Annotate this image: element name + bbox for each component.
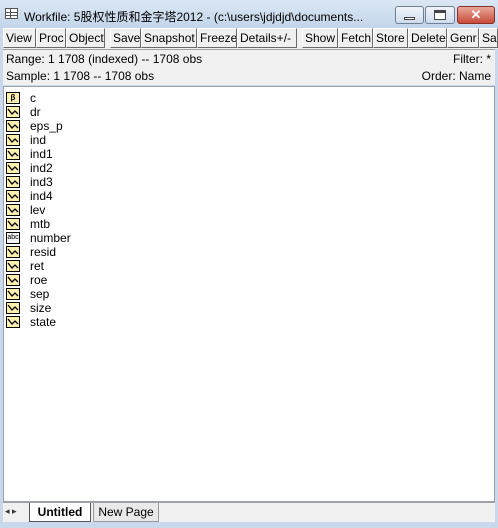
tab-untitled[interactable]: Untitled xyxy=(29,503,91,522)
view-button[interactable]: View xyxy=(3,28,36,48)
object-name: ind4 xyxy=(30,189,53,203)
coef-icon: β xyxy=(6,92,20,104)
list-item[interactable]: lev xyxy=(6,203,45,217)
series-icon xyxy=(6,162,20,174)
series-icon xyxy=(6,288,20,300)
object-list: β c dr eps_p ind ind1 ind2 ind3 ind4 lev… xyxy=(3,86,495,502)
list-item[interactable]: ind xyxy=(6,133,46,147)
list-item[interactable]: ind3 xyxy=(6,175,53,189)
freeze-button[interactable]: Freeze xyxy=(197,28,237,48)
list-item[interactable]: mtb xyxy=(6,217,50,231)
workfile-info-panel: Range: 1 1708 (indexed) -- 1708 obs Filt… xyxy=(3,49,495,85)
range-text[interactable]: Range: 1 1708 (indexed) -- 1708 obs xyxy=(6,52,202,66)
object-name: number xyxy=(30,231,71,245)
list-item[interactable]: β c xyxy=(6,91,36,105)
minimize-button[interactable] xyxy=(395,6,424,24)
workfile-icon xyxy=(5,8,18,19)
minimize-icon xyxy=(404,17,415,20)
list-item[interactable]: eps_p xyxy=(6,119,63,133)
close-icon: ✕ xyxy=(470,7,482,22)
series-icon xyxy=(6,260,20,272)
list-item[interactable]: state xyxy=(6,315,56,329)
list-item[interactable]: ind1 xyxy=(6,147,53,161)
series-icon xyxy=(6,302,20,314)
list-item[interactable]: dr xyxy=(6,105,41,119)
series-icon xyxy=(6,106,20,118)
alpha-icon: abc xyxy=(6,232,20,244)
series-icon xyxy=(6,316,20,328)
list-item[interactable]: ind2 xyxy=(6,161,53,175)
delete-button[interactable]: Delete xyxy=(408,28,447,48)
object-name: eps_p xyxy=(30,119,63,133)
list-item[interactable]: ind4 xyxy=(6,189,53,203)
toolbar: View Proc Object Save Snapshot Freeze De… xyxy=(3,28,498,49)
object-name: roe xyxy=(30,273,48,287)
object-name: state xyxy=(30,315,57,329)
filter-text[interactable]: Filter: * xyxy=(453,52,491,66)
genr-button[interactable]: Genr xyxy=(447,28,479,48)
maximize-button[interactable] xyxy=(425,6,455,24)
object-button[interactable]: Object xyxy=(66,28,105,48)
series-icon xyxy=(6,204,20,216)
series-icon xyxy=(6,190,20,202)
object-name: lev xyxy=(30,203,46,217)
series-icon xyxy=(6,274,20,286)
series-icon xyxy=(6,120,20,132)
sample-button[interactable]: Sa xyxy=(479,28,498,48)
list-item[interactable]: ret xyxy=(6,259,44,273)
series-icon xyxy=(6,148,20,160)
list-item[interactable]: abc number xyxy=(6,231,71,245)
object-name: ind xyxy=(30,133,47,147)
series-icon xyxy=(6,246,20,258)
close-button[interactable]: ✕ xyxy=(457,6,495,24)
object-name: size xyxy=(30,301,52,315)
tab-scroll-arrows-icon[interactable]: ◂ ▸ xyxy=(5,506,17,517)
sample-text[interactable]: Sample: 1 1708 -- 1708 obs xyxy=(6,69,154,83)
maximize-icon xyxy=(434,10,446,20)
object-name: mtb xyxy=(30,217,51,231)
object-name: ind1 xyxy=(30,147,53,161)
series-icon xyxy=(6,134,20,146)
store-button[interactable]: Store xyxy=(373,28,408,48)
object-name: ind2 xyxy=(30,161,53,175)
snapshot-button[interactable]: Snapshot xyxy=(141,28,197,48)
object-name: dr xyxy=(30,105,41,119)
title-bar[interactable]: Workfile: 5股权性质和金字塔2012 - (c:\users\jdjd… xyxy=(0,0,498,28)
series-icon xyxy=(6,176,20,188)
list-item[interactable]: roe xyxy=(6,273,47,287)
page-tab-bar: ◂ ▸ Untitled New Page xyxy=(3,502,495,522)
list-item[interactable]: size xyxy=(6,301,51,315)
order-text[interactable]: Order: Name xyxy=(422,69,491,83)
object-name: ind3 xyxy=(30,175,53,189)
workfile-window: Workfile: 5股权性质和金字塔2012 - (c:\users\jdjd… xyxy=(0,0,498,528)
object-name: c xyxy=(30,91,36,105)
list-item[interactable]: resid xyxy=(6,245,56,259)
proc-button[interactable]: Proc xyxy=(36,28,66,48)
object-name: ret xyxy=(30,259,45,273)
window-title: Workfile: 5股权性质和金字塔2012 - (c:\users\jdjd… xyxy=(24,10,364,24)
show-button[interactable]: Show xyxy=(302,28,338,48)
object-name: sep xyxy=(30,287,50,301)
save-button[interactable]: Save xyxy=(110,28,141,48)
object-name: resid xyxy=(30,245,57,259)
details-button[interactable]: Details+/- xyxy=(237,28,297,48)
list-item[interactable]: sep xyxy=(6,287,49,301)
tab-new-page[interactable]: New Page xyxy=(93,503,159,522)
series-icon xyxy=(6,218,20,230)
fetch-button[interactable]: Fetch xyxy=(338,28,373,48)
